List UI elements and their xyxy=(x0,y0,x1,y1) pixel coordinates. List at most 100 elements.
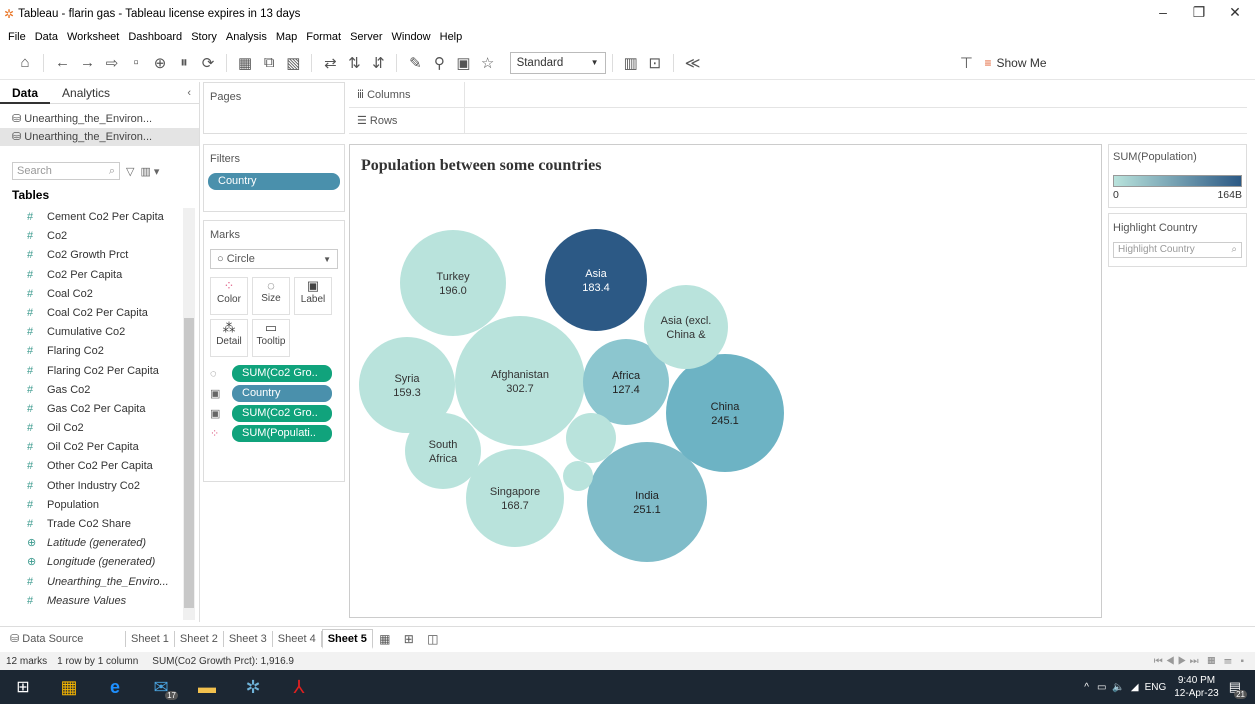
file-explorer-icon[interactable]: ▬ xyxy=(184,670,230,704)
new-datasource-icon[interactable]: ⊕ xyxy=(153,54,167,72)
share-icon[interactable]: ≪ xyxy=(685,54,701,72)
bubble-mark[interactable] xyxy=(455,316,585,446)
tray-chevron-icon[interactable]: ^ xyxy=(1084,682,1089,693)
replay-icon[interactable]: ⇨ xyxy=(105,54,119,72)
menu-server[interactable]: Server xyxy=(350,31,382,43)
clear-sheet-icon[interactable]: ▧ xyxy=(286,54,300,72)
duplicate-sheet-icon[interactable]: ⧉ xyxy=(262,54,276,71)
home-icon[interactable]: ⌂ xyxy=(18,54,32,71)
search-input[interactable]: Search ⌕ xyxy=(12,162,120,180)
label-button[interactable]: ▣ Label xyxy=(294,277,332,315)
show-me-button[interactable]: ≡ Show Me xyxy=(984,56,1046,70)
field-item[interactable]: # Cement Co2 Per Capita xyxy=(0,208,182,227)
field-item[interactable]: # Measure Values xyxy=(0,592,182,611)
collapse-panel-icon[interactable]: ‹ xyxy=(187,87,199,99)
field-item[interactable]: # Cumulative Co2 xyxy=(0,323,182,342)
bubble-mark[interactable] xyxy=(545,229,647,331)
color-button[interactable]: ⁘ Color xyxy=(210,277,248,315)
field-item[interactable]: # Trade Co2 Share xyxy=(0,515,182,534)
menu-map[interactable]: Map xyxy=(276,31,297,43)
tab-sheet-1[interactable]: Sheet 1 xyxy=(126,630,175,647)
swap-icon[interactable]: ⇄ xyxy=(323,54,337,72)
field-item[interactable]: # Oil Co2 Per Capita xyxy=(0,438,182,457)
mark-pill-label[interactable]: SUM(Co2 Gro.. xyxy=(232,405,332,422)
field-item[interactable]: ⊕ Longitude (generated) xyxy=(0,553,182,572)
pages-card[interactable]: Pages xyxy=(203,82,345,134)
bubble-mark[interactable] xyxy=(644,285,728,369)
restore-icon[interactable]: ❐ xyxy=(1181,4,1217,21)
store-icon[interactable]: ▦ xyxy=(46,670,92,704)
field-item[interactable]: # Gas Co2 xyxy=(0,381,182,400)
columns-shelf[interactable]: ⅲ Columns xyxy=(349,81,1247,108)
pause-updates-icon[interactable]: ⏸ xyxy=(177,54,191,71)
tableau-icon[interactable]: ✲ xyxy=(230,670,276,704)
menu-format[interactable]: Format xyxy=(306,31,341,43)
field-item[interactable]: # Co2 xyxy=(0,227,182,246)
minimize-icon[interactable]: – xyxy=(1145,4,1181,21)
new-dashboard-icon[interactable]: ⊞ xyxy=(402,632,416,646)
close-icon[interactable]: ✕ xyxy=(1217,4,1253,21)
tab-sheet-2[interactable]: Sheet 2 xyxy=(175,630,224,647)
field-item[interactable]: # Flaring Co2 xyxy=(0,342,182,361)
bubble-mark[interactable] xyxy=(400,230,506,336)
bubble-mark[interactable] xyxy=(563,461,593,491)
detail-button[interactable]: ⁂ Detail xyxy=(210,319,248,357)
menu-dashboard[interactable]: Dashboard xyxy=(128,31,182,43)
mark-type-dropdown[interactable]: ○ Circle ▼ xyxy=(210,249,338,269)
tooltip-button[interactable]: ▭ Tooltip xyxy=(252,319,290,357)
field-item[interactable]: # Co2 Growth Prct xyxy=(0,246,182,265)
field-item[interactable]: ⊕ Latitude (generated) xyxy=(0,534,182,553)
tab-analytics[interactable]: Analytics xyxy=(50,82,122,104)
menu-file[interactable]: File xyxy=(8,31,26,43)
new-story-icon[interactable]: ◫ xyxy=(426,632,440,646)
new-worksheet-icon[interactable]: ▦ xyxy=(378,632,392,646)
worksheet-view[interactable]: Population between some countries Afghan… xyxy=(349,144,1102,618)
bubble-mark[interactable] xyxy=(587,442,707,562)
labels-icon[interactable]: ▣ xyxy=(456,54,470,72)
sort-ascending-icon[interactable]: ⇅ xyxy=(347,54,361,72)
mark-pill-country[interactable]: Country xyxy=(232,385,332,402)
field-item[interactable]: # Coal Co2 Per Capita xyxy=(0,304,182,323)
clock[interactable]: 9:40 PM 12-Apr-23 xyxy=(1174,674,1218,700)
redo-icon[interactable]: → xyxy=(80,54,95,71)
group-icon[interactable]: ⚲ xyxy=(432,54,446,72)
pdf-reader-icon[interactable]: ⅄ xyxy=(276,670,322,704)
mark-pill-size[interactable]: SUM(Co2 Gro.. xyxy=(232,365,332,382)
field-item[interactable]: # Co2 Per Capita xyxy=(0,266,182,285)
tab-sheet-5[interactable]: Sheet 5 xyxy=(321,628,373,649)
highlight-icon[interactable]: ✎ xyxy=(408,54,422,72)
bubble-mark[interactable] xyxy=(405,413,481,489)
tab-data[interactable]: Data xyxy=(0,82,51,104)
show-cards-icon[interactable]: ▥ xyxy=(624,54,638,72)
volume-icon[interactable]: 🔈 xyxy=(1112,682,1124,693)
wifi-icon[interactable]: ◢ xyxy=(1131,682,1139,693)
menu-data[interactable]: Data xyxy=(35,31,58,43)
fit-dropdown[interactable]: Standard ▼ xyxy=(509,51,606,74)
menu-story[interactable]: Story xyxy=(191,31,217,43)
menu-window[interactable]: Window xyxy=(392,31,431,43)
rows-shelf[interactable]: ☰ Rows xyxy=(349,107,1247,134)
field-item[interactable]: # Oil Co2 xyxy=(0,419,182,438)
menu-analysis[interactable]: Analysis xyxy=(226,31,267,43)
bubble-mark[interactable] xyxy=(566,413,616,463)
field-item[interactable]: # Gas Co2 Per Capita xyxy=(0,400,182,419)
filters-card[interactable]: Filters Country xyxy=(203,144,345,212)
mail-icon[interactable]: ✉ 17 xyxy=(138,670,184,704)
highlight-input[interactable]: Highlight Country ⌕ xyxy=(1113,242,1242,258)
size-button[interactable]: ◌ Size xyxy=(252,277,290,315)
tab-data-source[interactable]: ⛁ Data Source xyxy=(0,630,126,647)
edge-icon[interactable]: e xyxy=(92,670,138,704)
refresh-icon[interactable]: ⟳ xyxy=(201,54,215,72)
save-icon[interactable]: ▫ xyxy=(129,54,143,71)
filter-pill-country[interactable]: Country xyxy=(208,173,340,190)
view-options-icon[interactable]: ▥ ▾ xyxy=(140,165,159,178)
undo-icon[interactable]: ← xyxy=(55,54,70,71)
fix-axes-icon[interactable]: ☆ xyxy=(481,54,495,72)
bubble-chart[interactable]: Afghanistan 302.7 India 251.1 China 245.1 Turk… xyxy=(350,145,1103,619)
field-item[interactable]: # Coal Co2 xyxy=(0,285,182,304)
menu-help[interactable]: Help xyxy=(440,31,463,43)
language-indicator[interactable]: ENG xyxy=(1145,682,1167,693)
sheet-navigation[interactable]: ⏮◀▶⏭ ▦ ☰ ▪ xyxy=(1154,656,1247,667)
datasource-item[interactable]: ⛁ Unearthing_the_Environ... xyxy=(0,110,199,128)
presentation-icon[interactable]: ⊡ xyxy=(648,54,662,72)
